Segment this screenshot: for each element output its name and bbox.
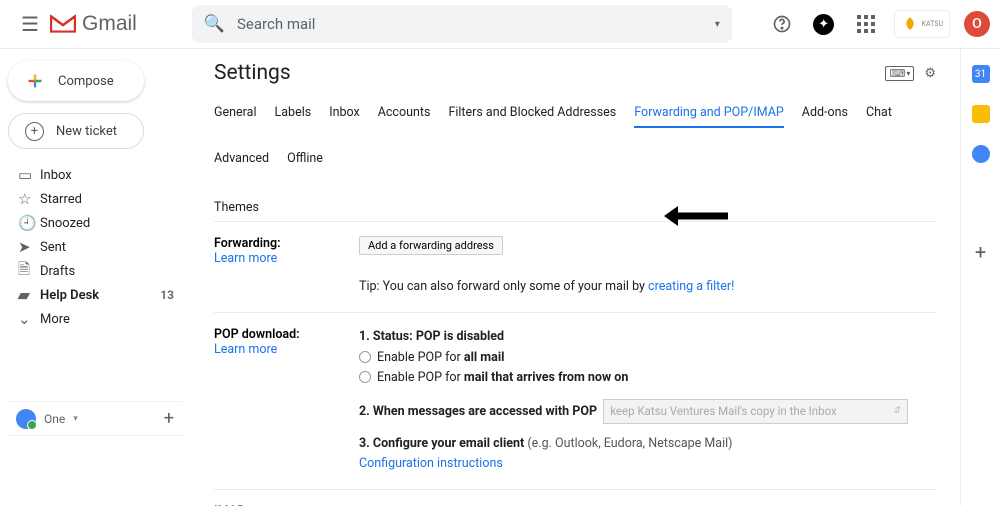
chevron-down-icon: ⌄ <box>18 310 40 328</box>
sidebar-item-drafts[interactable]: 🗎Drafts <box>8 259 182 283</box>
pop-action-select[interactable]: keep Katsu Ventures Mail's copy in the I… <box>603 399 908 424</box>
search-icon: 🔍 <box>204 14 225 34</box>
create-filter-link[interactable]: creating a filter! <box>648 279 734 294</box>
clock-icon: 🕘 <box>18 214 40 232</box>
pop-status: POP is disabled <box>416 329 504 344</box>
sidebar-item-sent[interactable]: ➤Sent <box>8 235 182 259</box>
pop-all-pre: Enable POP for <box>377 350 464 365</box>
tab-themes[interactable]: Themes <box>214 190 936 221</box>
support-icon[interactable] <box>768 10 796 38</box>
settings-tabs: General Labels Inbox Accounts Filters an… <box>214 99 936 222</box>
sidebar-item-helpdesk[interactable]: ▰Help Desk 13 <box>8 283 182 307</box>
send-icon: ➤ <box>18 238 40 256</box>
pop-section: POP download: Learn more 1. Status: POP … <box>214 313 936 490</box>
tab-accounts[interactable]: Accounts <box>378 99 431 127</box>
pop-when-label: 2. When messages are accessed with POP <box>359 404 597 419</box>
dark-circle-icon[interactable]: ✦ <box>810 10 838 38</box>
org-bird-icon <box>901 15 919 33</box>
sidebar-item-label: Snoozed <box>40 216 90 231</box>
sidebar-item-label: Help Desk <box>40 288 99 303</box>
user-avatar-icon <box>16 409 36 429</box>
user-name: One <box>44 412 65 426</box>
org-logo[interactable]: KATSU <box>894 10 950 38</box>
new-ticket-label: New ticket <box>56 124 117 139</box>
hangouts-user[interactable]: One ▾ <box>16 409 78 429</box>
file-icon: 🗎 <box>18 259 40 284</box>
search-options-caret[interactable]: ▾ <box>715 19 720 30</box>
user-caret-icon: ▾ <box>73 414 78 424</box>
org-label: KATSU <box>922 20 943 28</box>
forwarding-section: Forwarding: Learn more Add a forwarding … <box>214 222 936 313</box>
pop-conf-gray: (e.g. Outlook, Eudora, Netscape Mail) <box>527 436 732 451</box>
gmail-icon <box>50 14 76 34</box>
plus-circle-icon: + <box>25 122 44 141</box>
tab-inbox[interactable]: Inbox <box>329 99 360 127</box>
page-title: Settings <box>214 61 291 85</box>
sidebar-item-label: Starred <box>40 192 82 207</box>
imap-section: IMAP access: (access Katsu Ventures Mail… <box>214 490 936 506</box>
sidebar-item-label: Drafts <box>40 264 75 279</box>
tab-offline[interactable]: Offline <box>287 145 323 172</box>
search-bar[interactable]: 🔍 ▾ <box>192 5 732 43</box>
pop-new-radio[interactable] <box>359 371 371 383</box>
tab-general[interactable]: General <box>214 99 257 127</box>
sidebar-item-label: Inbox <box>40 168 72 183</box>
tab-chat[interactable]: Chat <box>866 99 892 127</box>
input-tools-icon[interactable]: ⌨ <box>885 66 914 81</box>
new-ticket-button[interactable]: + New ticket <box>8 113 144 149</box>
sidebar-item-more[interactable]: ⌄More <box>8 307 182 331</box>
pop-all-radio[interactable] <box>359 351 371 363</box>
compose-label: Compose <box>58 74 114 89</box>
main-menu-button[interactable]: ☰ <box>10 4 50 44</box>
gmail-logo[interactable]: Gmail <box>50 12 137 36</box>
pop-new-bold: mail that arrives from now on <box>464 370 628 385</box>
pop-learn-more[interactable]: Learn more <box>214 342 277 357</box>
pop-new-pre: Enable POP for <box>377 370 464 385</box>
pop-conf-pre: 3. Configure your email client <box>359 436 527 451</box>
pop-all-bold: all mail <box>464 350 505 365</box>
sidebar-item-label: Sent <box>40 240 66 255</box>
sidebar-item-label: More <box>40 312 70 327</box>
keep-addon-icon[interactable] <box>972 105 990 123</box>
pop-conf-link[interactable]: Configuration instructions <box>359 456 503 471</box>
pop-label: POP download: <box>214 327 300 342</box>
label-icon: ▰ <box>18 286 40 304</box>
settings-gear-icon[interactable]: ⚙ <box>924 66 936 81</box>
pop-status-pre: 1. Status: <box>359 329 416 344</box>
tab-forwarding[interactable]: Forwarding and POP/IMAP <box>634 99 784 128</box>
tasks-addon-icon[interactable] <box>972 145 990 163</box>
sidebar-item-starred[interactable]: ☆Starred <box>8 187 182 211</box>
star-icon: ☆ <box>18 190 40 208</box>
forwarding-label: Forwarding: <box>214 236 281 251</box>
account-avatar[interactable]: O <box>964 11 990 37</box>
tab-addons[interactable]: Add-ons <box>802 99 848 127</box>
sidebar-item-inbox[interactable]: ▭Inbox <box>8 163 182 187</box>
tab-filters[interactable]: Filters and Blocked Addresses <box>448 99 616 127</box>
add-forwarding-address-button[interactable]: Add a forwarding address <box>359 236 503 255</box>
forwarding-learn-more[interactable]: Learn more <box>214 251 277 266</box>
apps-grid-icon[interactable] <box>852 10 880 38</box>
helpdesk-count: 13 <box>160 288 174 302</box>
hangouts-new-button[interactable]: + <box>164 408 174 429</box>
inbox-icon: ▭ <box>18 166 40 184</box>
calendar-addon-icon[interactable]: 31 <box>972 65 990 83</box>
forwarding-tip: Tip: You can also forward only some of y… <box>359 279 648 294</box>
gmail-logo-text: Gmail <box>82 12 137 36</box>
search-input[interactable] <box>237 15 715 33</box>
sidebar-item-snoozed[interactable]: 🕘Snoozed <box>8 211 182 235</box>
get-addons-button[interactable]: + <box>975 240 986 264</box>
tab-labels[interactable]: Labels <box>275 99 312 127</box>
tab-advanced[interactable]: Advanced <box>214 145 269 172</box>
compose-button[interactable]: Compose <box>8 61 144 101</box>
compose-plus-icon <box>24 70 46 92</box>
